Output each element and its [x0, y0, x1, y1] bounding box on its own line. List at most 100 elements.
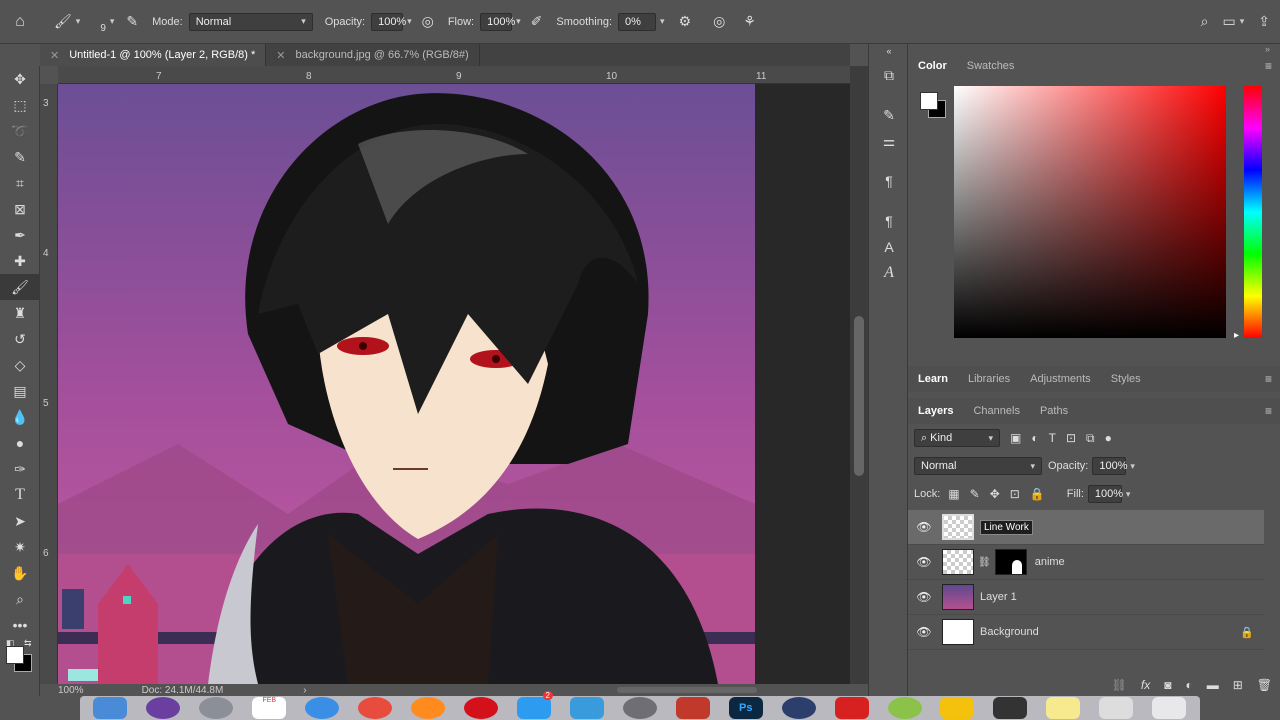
path-select-tool-icon[interactable]: ➤ [0, 508, 40, 534]
quicktime-icon[interactable] [781, 697, 816, 719]
shape-filter-icon[interactable]: ⊡ [1066, 431, 1076, 445]
system-preferences-icon[interactable] [622, 697, 657, 719]
lock-image-icon[interactable]: ✎ [970, 487, 980, 501]
zoom-level[interactable]: 100% [58, 685, 84, 696]
quick-select-tool-icon[interactable]: ✎ [0, 144, 40, 170]
tab-layers[interactable]: Layers [908, 405, 963, 417]
eye-icon[interactable]: 👁 [908, 555, 940, 569]
layer-row[interactable]: 👁 Background 🔒 [908, 615, 1264, 650]
layer-name-input[interactable]: Line Work [980, 519, 1033, 535]
link-icon[interactable]: ⛓ [978, 557, 991, 568]
collapse-icon[interactable]: » [908, 44, 1280, 54]
eraser-tool-icon[interactable]: ◇ [0, 352, 40, 378]
collapse-icon[interactable]: « [869, 44, 909, 58]
trash-dock-icon[interactable] [1152, 697, 1187, 719]
panel-menu-icon[interactable]: ≡ [1265, 404, 1272, 418]
link-layers-icon[interactable]: ⛓ [1112, 678, 1127, 692]
lock-artboard-icon[interactable]: ⊡ [1010, 487, 1020, 501]
photo-booth-icon[interactable] [675, 697, 710, 719]
mode-select[interactable]: Normal ▾ [188, 12, 313, 31]
horizontal-scrollbar[interactable] [616, 687, 757, 693]
adjustment-filter-icon[interactable]: ◐ [1031, 431, 1038, 445]
history-brush-tool-icon[interactable]: ↺ [0, 326, 40, 352]
adjust-panel-icon[interactable]: ⚌ [869, 128, 909, 154]
pixel-filter-icon[interactable]: ▣ [1010, 431, 1021, 445]
layer-mask-thumbnail[interactable] [994, 549, 1027, 575]
eye-icon[interactable]: 👁 [908, 590, 940, 604]
chevron-down-icon[interactable]: ▾ [110, 16, 115, 27]
launchpad-icon[interactable] [199, 697, 234, 719]
artwork-canvas[interactable] [58, 84, 755, 684]
color-picker-field[interactable] [954, 86, 1226, 338]
adjustment-layer-icon[interactable]: ◐ [1185, 678, 1192, 692]
tab-color[interactable]: Color [908, 60, 957, 72]
chevron-down-icon[interactable]: ▾ [660, 16, 665, 27]
fill-field[interactable]: 100% [1087, 485, 1123, 503]
chevron-down-icon[interactable]: ▾ [76, 16, 81, 27]
lock-transparent-icon[interactable]: ▦ [948, 487, 959, 501]
smoothing-field[interactable]: 0% [618, 12, 657, 31]
type-filter-icon[interactable]: T [1049, 431, 1056, 445]
panel-menu-icon[interactable]: ≡ [1265, 59, 1272, 73]
tab-styles[interactable]: Styles [1101, 373, 1151, 385]
chevron-right-icon[interactable]: › [303, 685, 306, 696]
flow-field[interactable]: 100% [480, 12, 515, 31]
close-icon[interactable]: ✕ [276, 49, 285, 62]
stamp-tool-icon[interactable]: ♜ [0, 300, 40, 326]
acrobat-icon[interactable] [834, 697, 869, 719]
swap-colors-icon[interactable]: ⇆ [24, 638, 32, 649]
eye-icon[interactable]: 👁 [908, 520, 940, 534]
finder-icon[interactable] [93, 697, 128, 719]
brush-preset-icon[interactable]: 🖌 [54, 13, 72, 30]
search-icon[interactable]: ⌕ [1201, 13, 1209, 30]
filter-toggle-icon[interactable]: ● [1105, 431, 1112, 445]
more-tools-icon[interactable]: ••• [0, 612, 40, 638]
pen-tool-icon[interactable]: ✑ [0, 456, 40, 482]
tab-channels[interactable]: Channels [963, 405, 1029, 417]
eye-icon[interactable]: 👁 [908, 625, 940, 639]
brush-size-label[interactable]: 9 [100, 23, 106, 34]
crop-tool-icon[interactable]: ⌗ [0, 170, 40, 196]
chevron-down-icon[interactable]: ▾ [407, 16, 412, 27]
messages-icon[interactable] [993, 697, 1028, 719]
healing-tool-icon[interactable]: ✚ [0, 248, 40, 274]
keynote-icon[interactable] [940, 697, 975, 719]
app-store-icon[interactable]: 2 [516, 691, 553, 719]
shape-tool-icon[interactable]: ✷ [0, 534, 40, 560]
fx-icon[interactable]: fx [1141, 678, 1150, 692]
move-tool-icon[interactable]: ✥ [0, 66, 40, 92]
history-panel-icon[interactable]: ⧉ [869, 62, 909, 88]
brush-tool-icon[interactable]: 🖌 [0, 274, 40, 300]
zoom-tool-icon[interactable]: ⌕ [0, 586, 40, 612]
chevron-down-icon[interactable]: ▾ [1126, 489, 1131, 500]
gradient-tool-icon[interactable]: ▤ [0, 378, 40, 404]
airbrush-icon[interactable]: ✐ [531, 13, 543, 30]
hue-slider[interactable] [1244, 86, 1262, 338]
dodge-tool-icon[interactable]: ● [0, 430, 40, 456]
chrome-icon[interactable] [358, 697, 393, 719]
close-icon[interactable]: ✕ [50, 49, 59, 62]
lasso-tool-icon[interactable]: ➰ [0, 118, 40, 144]
fg-color-chip[interactable] [920, 92, 938, 110]
notes-icon[interactable] [1046, 697, 1081, 719]
tab-libraries[interactable]: Libraries [958, 373, 1020, 385]
gear-icon[interactable]: ⚙ [679, 13, 692, 30]
layer-row[interactable]: 👁 Line Work [908, 510, 1264, 545]
symmetry-icon[interactable]: ⚘ [743, 13, 756, 30]
smart-object-filter-icon[interactable]: ⧉ [1086, 431, 1095, 446]
safari-icon[interactable] [305, 697, 340, 719]
hue-marker-icon[interactable]: ▸ [1234, 330, 1239, 341]
opera-icon[interactable] [464, 697, 499, 719]
brush-panel-icon[interactable]: ✎ [869, 102, 909, 128]
firefox-icon[interactable] [411, 697, 446, 719]
chevron-down-icon[interactable]: ▾ [516, 16, 521, 27]
photoshop-icon[interactable]: Ps [728, 697, 763, 719]
home-icon[interactable]: ⌂ [0, 13, 40, 31]
tab-learn[interactable]: Learn [908, 373, 958, 385]
workspace-icon[interactable]: ▭ [1223, 13, 1236, 30]
lock-position-icon[interactable]: ✥ [990, 487, 1000, 501]
foreground-color-swatch[interactable] [6, 646, 24, 664]
layer-row[interactable]: 👁 Layer 1 [908, 580, 1264, 615]
canvas-area[interactable] [58, 84, 850, 684]
blend-mode-select[interactable]: Normal ▾ [914, 457, 1042, 475]
